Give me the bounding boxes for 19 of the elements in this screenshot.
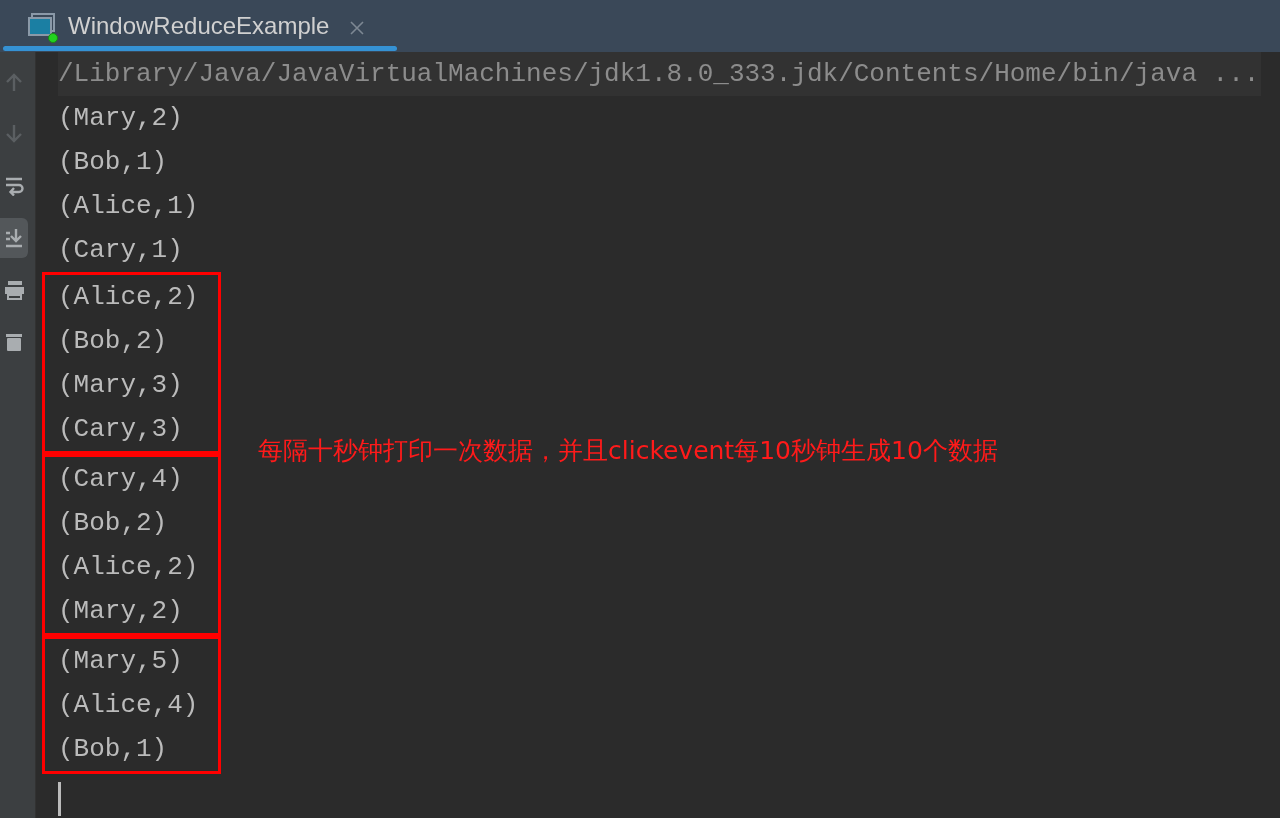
output-line: (Alice,2): [58, 281, 199, 314]
annotation-text: 每隔十秒钟打印一次数据，并且clickevent每10秒钟生成10个数据: [258, 435, 998, 467]
output-line: (Mary,2): [58, 595, 184, 628]
output-line: (Bob,1): [58, 733, 169, 766]
tab-label: WindowReduceExample: [68, 11, 330, 41]
output-line: (Mary,5): [58, 645, 184, 678]
output-line: (Alice,2): [58, 551, 199, 584]
output-line: (Bob,2): [58, 325, 169, 358]
output-line: (Cary,1): [58, 234, 184, 267]
output-line: (Bob,1): [58, 146, 169, 179]
output-line: (Mary,2): [58, 102, 184, 135]
output-line: (Alice,4): [58, 689, 199, 722]
output-line: (Alice,1): [58, 190, 199, 223]
text-cursor: [58, 782, 61, 816]
output-line: (Cary,3): [58, 413, 184, 446]
output-line: (Mary,3): [58, 369, 184, 402]
output-line: (Bob,2): [58, 507, 169, 540]
output-line: (Cary,4): [58, 463, 184, 496]
scroll-to-end-icon[interactable]: [0, 218, 28, 258]
